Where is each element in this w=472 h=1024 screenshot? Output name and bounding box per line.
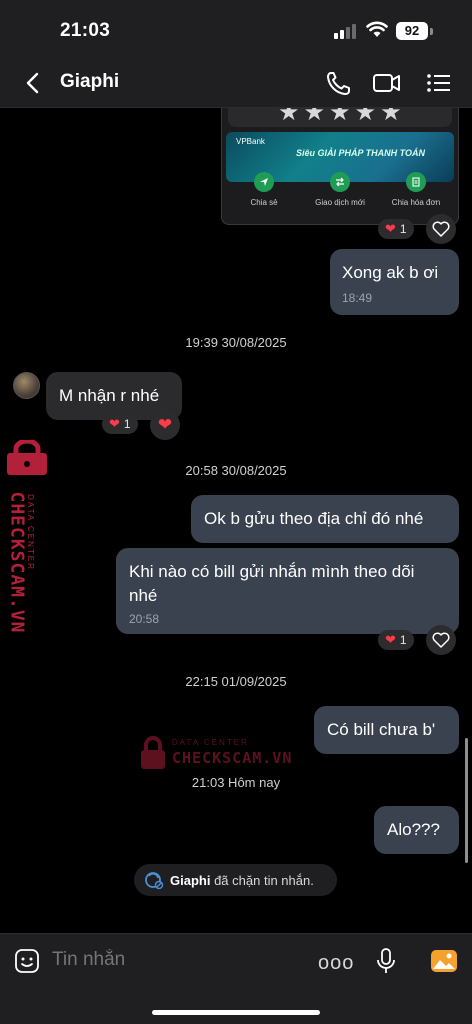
like-button[interactable] [426, 625, 456, 655]
contact-name[interactable]: Giaphi [60, 71, 119, 93]
message-bubble[interactable]: Có bill chưa b' [314, 706, 459, 754]
message-time: 20:58 [129, 612, 160, 626]
watermark-vertical: DATA CENTER CHECKSCAM.VN [4, 440, 54, 640]
new-transaction-action[interactable]: Giao dịch mới [302, 172, 378, 222]
transfer-icon [330, 172, 350, 192]
cellular-signal-icon [334, 23, 356, 39]
reaction-count: 1 [399, 633, 407, 647]
battery-tip [430, 28, 433, 35]
reaction-badge[interactable]: ❤ 1 [378, 630, 414, 650]
lock-icon [7, 440, 47, 475]
battery-icon: 92 [396, 22, 428, 40]
chat-header: Giaphi [0, 58, 472, 108]
message-input-bar: ooo [0, 933, 472, 1024]
blocked-notice-text: đã chặn tin nhắn. [214, 872, 314, 888]
video-call-icon[interactable] [372, 69, 402, 97]
message-bubble[interactable]: Alo??? [374, 806, 459, 854]
date-divider: 22:15 01/09/2025 [185, 674, 287, 689]
like-button-active[interactable]: ❤ [150, 410, 180, 440]
photo-gallery-icon[interactable] [430, 948, 458, 974]
watermark-brand: CHECKSCAM.VN [6, 491, 28, 634]
watermark-brand: CHECKSCAM.VN [172, 749, 293, 767]
banner-slogan: Siêu GIẢI PHÁP THANH TOÁN [296, 148, 426, 158]
card-actions: Chia sẻ Giao dịch mới Chia hóa đơn [226, 172, 454, 222]
message-text: Alo??? [387, 820, 440, 839]
bank-logo: VPBank [236, 137, 265, 146]
lock-icon [141, 736, 165, 769]
heart-outline-icon [432, 632, 450, 648]
status-bar: 21:03 92 [0, 0, 472, 58]
heart-filled-icon: ❤ [157, 415, 173, 434]
blocked-contact-name: Giaphi [170, 872, 211, 888]
message-text: Có bill chưa b' [327, 720, 436, 739]
chat-messages-area[interactable]: ★★★★★ VPBank Siêu GIẢI PHÁP THANH TOÁN C… [0, 108, 472, 933]
watermark-logo: DATA CENTER CHECKSCAM.VN [140, 734, 300, 774]
message-time: 18:49 [342, 291, 373, 305]
rating-stars: ★★★★★ [278, 108, 406, 126]
menu-list-icon[interactable] [424, 69, 454, 97]
message-bubble[interactable]: Ok b gửu theo địa chỉ đó nhé [191, 495, 459, 543]
phone-call-icon[interactable] [324, 69, 354, 97]
status-time: 21:03 [60, 20, 111, 41]
date-divider: 19:39 30/08/2025 [185, 335, 287, 350]
more-options-icon[interactable]: ooo [318, 952, 354, 975]
share-icon [254, 172, 274, 192]
new-transaction-label: Giao dịch mới [315, 198, 365, 207]
back-arrow-icon[interactable] [20, 70, 46, 96]
heart-icon: ❤ [385, 632, 396, 647]
home-indicator [152, 1010, 320, 1015]
reaction-badge[interactable]: ❤ 1 [378, 219, 414, 239]
heart-outline-icon [432, 221, 450, 237]
reaction-badge[interactable]: ❤ 1 [102, 414, 138, 434]
message-text: M nhận r nhé [59, 386, 160, 405]
shared-transaction-card[interactable]: ★★★★★ VPBank Siêu GIẢI PHÁP THANH TOÁN C… [221, 108, 459, 225]
message-bubble[interactable]: Xong ak b ơi 18:49 [330, 249, 459, 315]
message-bubble[interactable]: Khi nào có bill gửi nhắn mình theo dõi n… [116, 548, 459, 634]
battery-level: 92 [404, 23, 420, 38]
bill-icon [406, 172, 426, 192]
microphone-icon[interactable] [376, 947, 396, 975]
message-text: Xong ak b ơi [342, 263, 439, 282]
sticker-icon[interactable] [14, 948, 40, 974]
wifi-icon [366, 21, 388, 37]
contact-avatar[interactable] [13, 372, 40, 399]
rating-box: ★★★★★ [228, 108, 452, 127]
watermark-subtitle: DATA CENTER [172, 738, 249, 747]
like-button[interactable] [426, 214, 456, 244]
heart-icon: ❤ [109, 416, 120, 431]
split-bill-label: Chia hóa đơn [391, 198, 441, 207]
message-text: Ok b gửu theo địa chỉ đó nhé [204, 509, 424, 528]
message-text: Khi nào có bill gửi nhắn mình theo dõi n… [129, 562, 415, 605]
share-action[interactable]: Chia sẻ [226, 172, 302, 222]
reaction-count: 1 [123, 417, 131, 431]
blocked-icon [145, 872, 164, 890]
share-label: Chia sẻ [250, 198, 278, 207]
scrollbar[interactable] [465, 738, 468, 863]
date-divider: 20:58 30/08/2025 [185, 463, 287, 478]
date-divider: 21:03 Hôm nay [191, 775, 281, 790]
blocked-notice: Giaphi đã chặn tin nhắn. [134, 864, 337, 896]
heart-icon: ❤ [385, 221, 396, 236]
reaction-count: 1 [399, 222, 407, 236]
message-input[interactable] [52, 949, 272, 971]
